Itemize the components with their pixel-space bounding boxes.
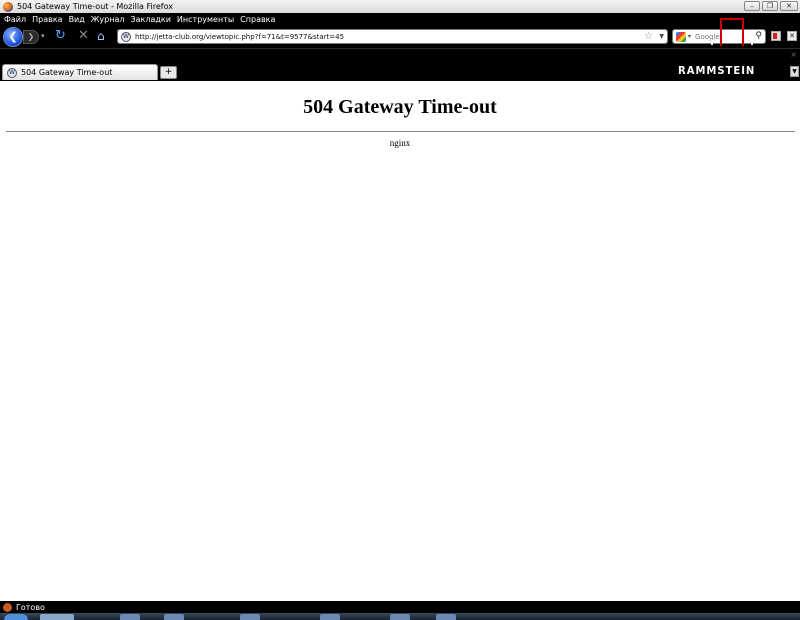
status-text: Готово [16, 602, 45, 612]
bookmark-star-icon[interactable]: ☆ [644, 31, 653, 42]
taskbar-item[interactable] [240, 614, 260, 620]
back-button[interactable]: ❮ [3, 27, 23, 47]
address-bar[interactable]: W http://jetta-club.org/viewtopic.php?f=… [117, 29, 668, 44]
menu-view[interactable]: Вид [69, 15, 85, 24]
tab-active[interactable]: W 504 Gateway Time-out [2, 64, 158, 80]
menu-history[interactable]: Журнал [91, 15, 125, 24]
menu-bar: Файл Правка Вид Журнал Закладки Инструме… [0, 13, 800, 26]
status-bar: Готово [0, 601, 800, 613]
address-url[interactable]: http://jetta-club.org/viewtopic.php?f=71… [135, 33, 344, 41]
persona-decoration-mark [711, 40, 713, 45]
persona-decoration [720, 18, 744, 46]
menu-tools[interactable]: Инструменты [177, 15, 234, 24]
minimize-button[interactable]: – [744, 1, 760, 11]
close-button[interactable]: ✕ [780, 1, 798, 11]
toolbar-strip: × [0, 48, 800, 62]
reload-icon[interactable]: ↻ [55, 29, 66, 43]
menu-help[interactable]: Справка [240, 15, 275, 24]
window-title: 504 Gateway Time-out - Mozilla Firefox [17, 2, 173, 11]
error-heading: 504 Gateway Time-out [303, 96, 497, 118]
taskbar-item[interactable] [40, 614, 74, 620]
addon-close-icon[interactable]: ✕ [787, 31, 797, 41]
stop-icon[interactable]: ✕ [78, 29, 89, 43]
forward-button[interactable]: ❯ [23, 30, 39, 44]
server-name: nginx [389, 138, 411, 148]
taskbar-item[interactable] [436, 614, 456, 620]
os-taskbar [0, 613, 800, 620]
new-tab-button[interactable]: + [160, 66, 177, 79]
history-dropdown-icon[interactable]: ▾ [41, 32, 45, 40]
home-icon[interactable]: ⌂ [97, 29, 105, 43]
page-content: 504 Gateway Time-out nginx [0, 81, 800, 601]
divider [6, 131, 795, 132]
taskbar-item[interactable] [320, 614, 340, 620]
menu-edit[interactable]: Правка [32, 15, 62, 24]
taskbar-item[interactable] [164, 614, 184, 620]
menu-bookmarks[interactable]: Закладки [130, 15, 170, 24]
restore-button[interactable]: ❐ [762, 1, 778, 11]
tab-favicon-icon: W [7, 67, 17, 78]
persona-decoration-mark [751, 40, 753, 45]
persona-decoration-mark [733, 30, 735, 35]
persona-logo: RAMMSTEIN [678, 65, 756, 78]
site-favicon-icon: W [121, 31, 131, 42]
address-dropdown-icon[interactable]: ▼ [659, 33, 664, 40]
status-addon-icon[interactable] [3, 602, 12, 612]
taskbar-item[interactable] [390, 614, 410, 620]
strip-close-icon[interactable]: × [790, 50, 797, 59]
search-icon[interactable]: ⚲ [755, 31, 762, 41]
tab-label: 504 Gateway Time-out [21, 68, 113, 77]
window-titlebar: 504 Gateway Time-out - Mozilla Firefox –… [0, 0, 800, 13]
navigation-toolbar: ❮ ❯ ▾ ↻ ✕ ⌂ W http://jetta-club.org/view… [0, 26, 800, 48]
window-controls: – ❐ ✕ [744, 1, 798, 11]
tab-list-dropdown-icon[interactable]: ▼ [790, 66, 799, 77]
search-engine-dropdown-icon[interactable]: ▾ [688, 33, 691, 40]
taskbar-item[interactable] [120, 614, 140, 620]
google-engine-icon[interactable] [676, 31, 686, 42]
start-button[interactable] [4, 614, 28, 620]
firefox-icon[interactable] [3, 1, 13, 12]
addon-toolbar-icon[interactable] [771, 31, 781, 41]
menu-file[interactable]: Файл [4, 15, 26, 24]
